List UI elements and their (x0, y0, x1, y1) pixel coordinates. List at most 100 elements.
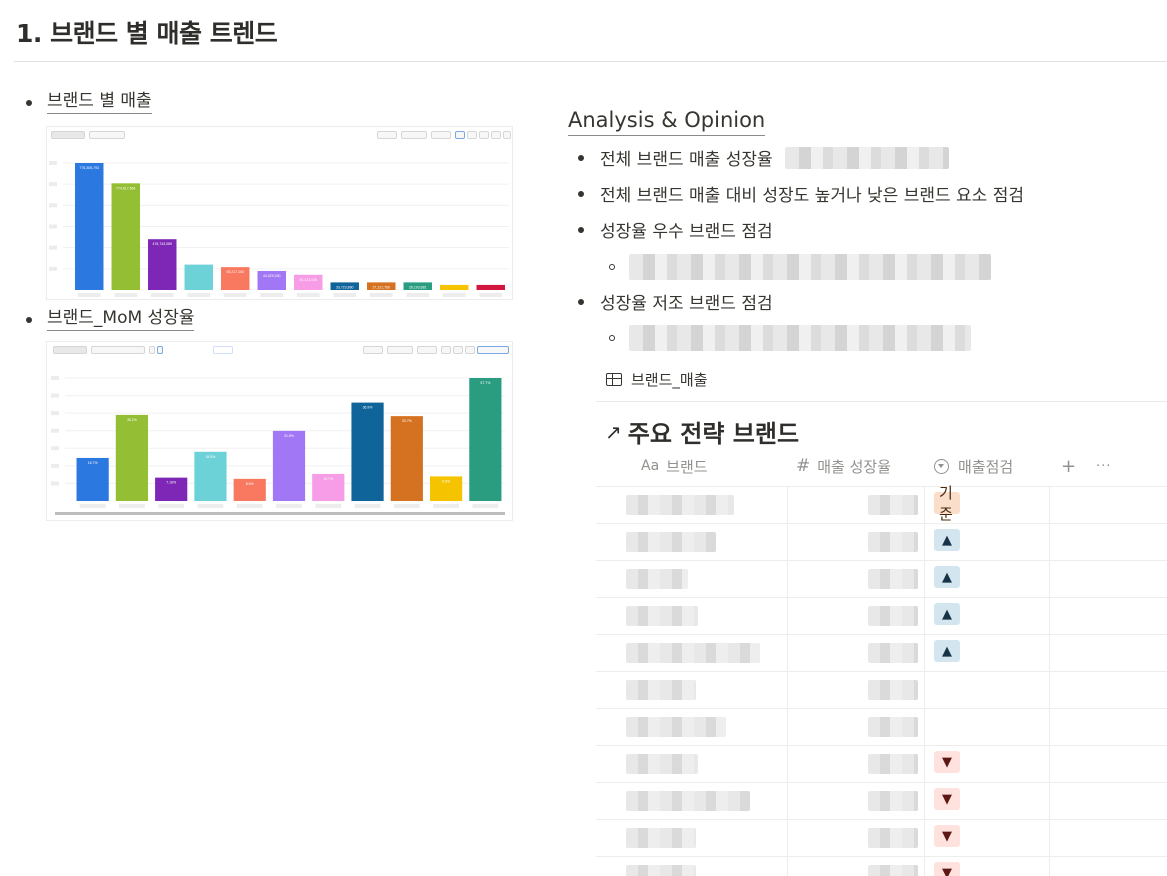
sales-chart-y-tick (49, 245, 57, 250)
mom-chart-x-tick-label (393, 504, 420, 508)
mom-chart-x-tick-label (354, 504, 381, 508)
mom-chart-x-tick-label (158, 504, 185, 508)
more-options-button[interactable]: ··· (1096, 455, 1111, 477)
sales-chart-data-label: 33,723,860 (336, 285, 354, 289)
growth-cell-redacted[interactable] (868, 680, 918, 700)
brand-cell-redacted[interactable] (626, 791, 750, 811)
brand-cell-redacted[interactable] (626, 532, 716, 552)
sales-chart-bar[interactable] (148, 239, 177, 290)
growth-cell-redacted[interactable] (868, 754, 918, 774)
mom-chart-x-tick-label (236, 504, 263, 508)
growth-cell-redacted[interactable] (868, 606, 918, 626)
mom-chart-bar[interactable] (194, 451, 227, 501)
bullet-text: 성장율 저조 브랜드 점검 (600, 294, 773, 314)
brand-sales-chart-screenshot[interactable]: 776,305,793 774,617,664 476,743,089 93,217,… (46, 126, 513, 300)
brand-mom-chart-screenshot[interactable]: 16.7% 35.2% 7.16% 18.8% 8.6% 31.8% 10.7% 36.9% 3… (46, 341, 513, 521)
brand-sales-bar-chart: 776,305,793 774,617,664 476,743,089 93,217,… (49, 161, 509, 297)
brand-cell-redacted[interactable] (626, 828, 696, 848)
column-divider (787, 486, 788, 876)
mom-chart-bar[interactable] (272, 430, 306, 501)
column-divider (1049, 486, 1050, 876)
growth-cell-redacted[interactable] (868, 569, 918, 589)
baseline-tag[interactable]: 기준 (934, 484, 960, 523)
mom-chart-data-label: 16.7% (88, 461, 98, 465)
growth-cell-redacted[interactable] (868, 717, 918, 737)
mom-chart-data-label: 8.6% (246, 482, 254, 486)
sales-chart-bar[interactable] (440, 284, 469, 290)
sales-chart-x-tick-label (150, 293, 174, 297)
brand-cell-redacted[interactable] (626, 643, 760, 663)
mom-chart-bar[interactable] (115, 414, 149, 501)
mom-chart-bar[interactable] (390, 416, 423, 501)
sales-chart-x-tick-label (369, 293, 393, 297)
bullet-text: 전체 브랜드 매출 대비 성장도 높거나 낮은 브랜드 요소 점검 (600, 186, 1024, 206)
sales-chart-bar[interactable] (111, 183, 140, 290)
text-property-icon: Aa (641, 458, 660, 474)
select-property-icon (934, 458, 949, 474)
column-divider (924, 486, 925, 876)
page-heading: 1. 브랜드 별 매출 트렌드 (16, 19, 278, 48)
database-link[interactable]: 브랜드_매출 (606, 369, 708, 390)
mom-chart-scrollbar[interactable] (55, 512, 505, 515)
sales-chart-y-tick (49, 182, 57, 187)
brand-cell-redacted[interactable] (626, 569, 688, 589)
brand-cell-redacted[interactable] (626, 606, 698, 626)
sales-chart-data-label: 26,193,681 (409, 285, 427, 289)
database-title[interactable]: ↗ 주요 전략 브랜드 (605, 414, 799, 449)
mom-chart-data-label: 35.2% (127, 418, 137, 422)
brand-cell-redacted[interactable] (626, 865, 696, 876)
bullet-low-growth: 성장율 저조 브랜드 점검 (578, 289, 773, 314)
sales-chart-x-tick-label (114, 293, 138, 297)
bullet (26, 99, 32, 106)
brand-cell-redacted[interactable] (626, 680, 696, 700)
sales-chart-bar[interactable] (75, 163, 104, 290)
up-triangle-icon[interactable]: ▲ (934, 640, 960, 662)
column-header-growth[interactable]: # 매출 성장율 (796, 455, 891, 477)
growth-cell-redacted[interactable] (868, 643, 918, 663)
table-header-divider (596, 486, 1167, 487)
down-triangle-icon[interactable]: ▼ (934, 825, 960, 847)
up-triangle-icon[interactable]: ▲ (934, 603, 960, 625)
sales-chart-data-label: 27,121,766 (372, 285, 390, 289)
growth-cell-redacted[interactable] (868, 791, 918, 811)
row-divider (596, 856, 1167, 857)
growth-cell-redacted[interactable] (868, 495, 918, 515)
mom-chart-bar[interactable] (469, 378, 502, 501)
up-triangle-icon[interactable]: ▲ (934, 566, 960, 588)
bullet-text: 전체 브랜드 매출 성장율 (600, 150, 773, 170)
brand-cell-redacted[interactable] (626, 754, 698, 774)
sales-chart-bar[interactable] (476, 284, 505, 290)
down-triangle-icon[interactable]: ▼ (934, 751, 960, 773)
sales-chart-x-tick-label (77, 293, 101, 297)
growth-cell-redacted[interactable] (868, 828, 918, 848)
column-header-label: 매출점검 (958, 457, 1014, 476)
redacted-text (629, 254, 991, 280)
up-triangle-icon[interactable]: ▲ (934, 529, 960, 551)
brand-cell-redacted[interactable] (626, 495, 734, 515)
mom-chart-y-tick (51, 463, 59, 468)
column-header-brand[interactable]: Aa 브랜드 (641, 455, 708, 477)
growth-cell-redacted[interactable] (868, 532, 918, 552)
sub-bullet (609, 335, 615, 341)
down-triangle-icon[interactable]: ▼ (934, 862, 960, 876)
redacted-text (784, 146, 949, 169)
mom-chart-bar[interactable] (351, 402, 384, 501)
mom-chart-y-tick (51, 446, 59, 451)
brand-mom-bar-chart: 16.7% 35.2% 7.16% 18.8% 8.6% 31.8% 10.7% 36.9% 3… (51, 376, 505, 515)
add-property-button[interactable]: + (1061, 455, 1076, 477)
brand-cell-redacted[interactable] (626, 717, 726, 737)
sales-chart-bar[interactable] (184, 264, 213, 290)
bullet-total-growth: 전체 브랜드 매출 성장율 (578, 145, 949, 170)
brand-mom-growth-link[interactable]: 브랜드_MoM 성장율 (47, 308, 195, 331)
mom-chart-y-tick (51, 481, 59, 486)
sales-chart-y-tick (49, 203, 57, 208)
sales-chart-x-tick-label (260, 293, 284, 297)
growth-cell-redacted[interactable] (868, 865, 918, 876)
brand-sales-link[interactable]: 브랜드 별 매출 (47, 91, 152, 114)
row-divider (596, 597, 1167, 598)
sales-chart-data-label: 774,617,664 (116, 186, 136, 190)
down-triangle-icon[interactable]: ▼ (934, 788, 960, 810)
database-link-label: 브랜드_매출 (631, 371, 708, 389)
column-header-check[interactable]: 매출점검 (934, 455, 1013, 477)
list-item-brand-mom: 브랜드_MoM 성장율 (26, 308, 195, 331)
